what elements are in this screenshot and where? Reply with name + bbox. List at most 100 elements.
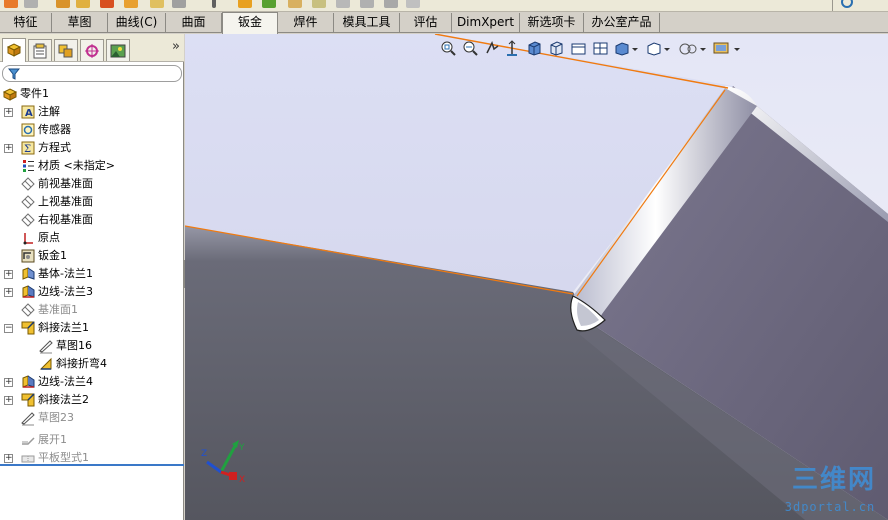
tree-item[interactable]: + Σ 方程式	[0, 139, 184, 157]
tab-dimxpert[interactable]: DimXpert	[452, 13, 520, 32]
tree-item-label: 草图16	[56, 339, 92, 352]
tree-item[interactable]: + A 注解	[0, 103, 184, 121]
toolbar-icon[interactable]	[406, 0, 420, 8]
toolbar-icon[interactable]	[288, 0, 302, 8]
tree-item-label: 斜接法兰2	[38, 393, 89, 406]
tree-item[interactable]: − 斜接法兰1	[0, 319, 184, 337]
tree-item-label: 前视基准面	[38, 177, 93, 190]
edit-appearance-icon[interactable]	[592, 40, 609, 57]
toolbar-icon[interactable]	[336, 0, 350, 8]
tab-surfaces[interactable]: 曲面	[166, 13, 222, 32]
tree-item[interactable]: + 边线-法兰4	[0, 373, 184, 391]
monitor-icon[interactable]	[712, 40, 742, 57]
tree-item[interactable]: 前视基准面	[0, 175, 184, 193]
tab-weldments[interactable]: 焊件	[278, 13, 334, 32]
tree-item-label: 斜接法兰1	[38, 321, 89, 334]
tree-item[interactable]: 零件1	[0, 85, 184, 103]
hide-show-icon[interactable]	[570, 40, 587, 57]
tree-item[interactable]: 右视基准面	[0, 211, 184, 229]
property-manager-tab[interactable]	[28, 39, 52, 61]
base-flange-icon	[22, 267, 35, 280]
watermark-url: 3dportal.cn	[784, 500, 876, 514]
sensor-icon	[21, 123, 35, 137]
expand-toggle[interactable]: +	[4, 378, 13, 387]
display-style-icon[interactable]	[548, 40, 565, 57]
graphics-area[interactable]: Z Y X 三维网 3dportal.cn	[185, 34, 888, 520]
more-tools-icon[interactable]	[678, 40, 708, 57]
tree-item[interactable]: 上视基准面	[0, 193, 184, 211]
toolbar-icon[interactable]	[150, 0, 164, 8]
top-toolbar	[0, 0, 888, 12]
miter-flange-icon	[21, 321, 35, 335]
tree-item[interactable]: 钣金1	[0, 247, 184, 265]
expand-toggle[interactable]: +	[4, 396, 13, 405]
rollback-bar[interactable]	[0, 464, 184, 466]
tab-sheet-metal[interactable]: 钣金	[222, 12, 278, 34]
dimxpert-manager-tab[interactable]	[80, 39, 104, 61]
tree-item[interactable]: 传感器	[0, 121, 184, 139]
toolbar-icon[interactable]	[76, 0, 90, 8]
display-manager-tab[interactable]	[106, 39, 130, 61]
toolbar-icon[interactable]	[262, 0, 276, 8]
tree-item-label: 传感器	[38, 123, 71, 136]
tab-evaluate[interactable]: 评估	[400, 13, 452, 32]
zoom-to-area-icon[interactable]	[462, 40, 479, 57]
tab-mold-tools[interactable]: 模具工具	[334, 13, 400, 32]
zoom-to-fit-icon[interactable]	[440, 40, 457, 57]
collapse-toggle[interactable]: −	[4, 324, 13, 333]
view-orientation-icon[interactable]	[526, 40, 543, 57]
apply-scene-icon[interactable]	[614, 40, 640, 57]
toolbar-icon[interactable]	[238, 0, 252, 8]
previous-view-icon[interactable]	[484, 40, 501, 57]
search-icon[interactable]	[841, 0, 853, 8]
tab-sketch[interactable]: 草图	[52, 13, 108, 32]
toolbar-icon[interactable]	[56, 0, 70, 8]
feature-manager-tab[interactable]	[2, 38, 26, 62]
expand-toggle[interactable]: +	[4, 108, 13, 117]
svg-text:A: A	[25, 108, 33, 119]
tree-item[interactable]: 材质 <未指定>	[0, 157, 184, 175]
sketch-icon	[21, 412, 35, 426]
search-box[interactable]	[832, 0, 888, 11]
tab-office-products[interactable]: 办公室产品	[584, 13, 660, 32]
toolbar-icon[interactable]	[24, 0, 38, 8]
expand-panel-button[interactable]: »	[172, 40, 180, 54]
feature-manager-icon	[6, 43, 22, 57]
plane-icon	[21, 213, 35, 227]
tree-item[interactable]: 基准面1	[0, 301, 184, 319]
sheet-metal-icon	[21, 249, 35, 263]
toolbar-icon[interactable]	[124, 0, 138, 8]
tree-item[interactable]: 原点	[0, 229, 184, 247]
expand-toggle[interactable]: +	[4, 144, 13, 153]
tree-item[interactable]: 草图16	[0, 337, 184, 355]
tree-item-label: 原点	[38, 231, 60, 244]
tree-item[interactable]: 草图23	[0, 409, 184, 427]
tree-item[interactable]: + 基体-法兰1	[0, 265, 184, 283]
tree-item[interactable]: 斜接折弯4	[0, 355, 184, 373]
equation-icon: Σ	[21, 141, 35, 155]
tab-new-tab[interactable]: 新选项卡	[520, 13, 584, 32]
tree-item[interactable]: 展开1	[0, 431, 184, 449]
toolbar-icon[interactable]	[172, 0, 186, 8]
tree-filter-field[interactable]	[2, 65, 182, 82]
configuration-manager-tab[interactable]	[54, 39, 78, 61]
tab-features[interactable]: 特征	[0, 13, 52, 32]
toolbar-icon[interactable]	[4, 0, 18, 8]
edge-flange-icon	[22, 285, 35, 298]
toolbar-icon[interactable]	[360, 0, 374, 8]
tab-curves[interactable]: 曲线(C)	[108, 13, 166, 32]
expand-toggle[interactable]: +	[4, 270, 13, 279]
tree-item[interactable]: + 斜接法兰2	[0, 391, 184, 409]
annotation-icon: A	[21, 105, 35, 119]
section-view-icon[interactable]	[504, 40, 521, 57]
toolbar-icon[interactable]	[100, 0, 114, 8]
edge-flange-icon	[22, 375, 35, 388]
toolbar-icon[interactable]	[212, 0, 216, 8]
tree-item[interactable]: + 边线-法兰3	[0, 283, 184, 301]
toolbar-icon[interactable]	[312, 0, 326, 8]
expand-toggle[interactable]: +	[4, 454, 13, 463]
model-scene[interactable]	[185, 34, 888, 520]
expand-toggle[interactable]: +	[4, 288, 13, 297]
toolbar-icon[interactable]	[384, 0, 398, 8]
view-settings-icon[interactable]	[646, 40, 672, 57]
